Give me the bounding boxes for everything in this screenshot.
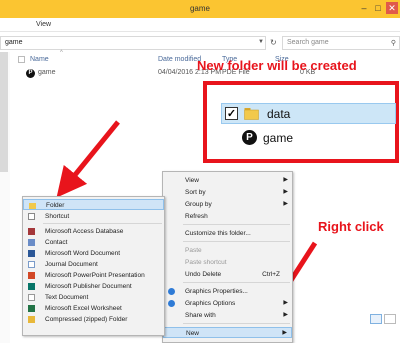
- checkbox-icon[interactable]: ✓: [225, 107, 238, 120]
- search-placeholder: Search game: [287, 39, 329, 46]
- view-mode-buttons: [370, 314, 398, 324]
- processing-app-icon: P: [242, 130, 257, 145]
- ribbon-tabs: View: [0, 18, 400, 32]
- address-bar[interactable]: game: [0, 36, 266, 50]
- chevron-right-icon: ▶: [283, 189, 288, 195]
- menu-separator: [43, 223, 162, 224]
- refresh-icon[interactable]: ↻: [270, 38, 277, 47]
- menu-item-undo-delete[interactable]: Undo Delete Ctrl+Z: [163, 269, 292, 280]
- submenu-item-shortcut[interactable]: Shortcut: [23, 211, 164, 222]
- contact-icon: [28, 239, 35, 246]
- access-icon: [28, 228, 35, 235]
- publisher-icon: [28, 283, 35, 290]
- search-icon: ⚲: [390, 40, 396, 47]
- submenu-item-publisher[interactable]: Microsoft Publisher Document: [23, 281, 164, 292]
- submenu-item-word[interactable]: Microsoft Word Document: [23, 248, 164, 259]
- chevron-right-icon: ▶: [282, 330, 287, 336]
- submenu-item-contact[interactable]: Contact: [23, 237, 164, 248]
- menu-item-sort-by[interactable]: Sort by ▶: [163, 187, 292, 198]
- large-icons-view-icon[interactable]: [384, 314, 396, 324]
- submenu-item-access[interactable]: Microsoft Access Database: [23, 226, 164, 237]
- new-folder-label: data: [267, 107, 291, 121]
- excel-icon: [28, 305, 35, 312]
- intel-graphics-icon: [168, 288, 175, 295]
- intel-graphics-icon: [168, 300, 175, 307]
- chevron-right-icon: ▶: [283, 312, 288, 318]
- submenu-item-text[interactable]: Text Document: [23, 292, 164, 303]
- text-icon: [28, 294, 35, 301]
- minimize-button[interactable]: –: [358, 2, 370, 14]
- select-all-checkbox[interactable]: [18, 56, 25, 63]
- sort-arrow-icon: ^: [60, 50, 63, 56]
- shortcut-text: Ctrl+Z: [262, 271, 280, 278]
- submenu-item-journal[interactable]: Journal Document: [23, 259, 164, 270]
- shortcut-icon: [28, 213, 35, 220]
- chevron-right-icon: ▶: [283, 177, 288, 183]
- journal-icon: [28, 261, 35, 268]
- folder-icon: [244, 108, 259, 120]
- chevron-down-icon[interactable]: ▼: [258, 39, 264, 45]
- close-button[interactable]: ✕: [386, 2, 398, 14]
- arrow-to-folder: [56, 120, 120, 198]
- search-input[interactable]: Search game ⚲: [282, 36, 400, 50]
- file-name[interactable]: game: [38, 69, 56, 76]
- menu-item-share-with[interactable]: Share with ▶: [163, 310, 292, 321]
- submenu-item-folder[interactable]: Folder: [23, 199, 164, 210]
- maximize-button[interactable]: □: [372, 2, 384, 14]
- zip-folder-icon: [28, 316, 35, 323]
- menu-separator: [183, 241, 290, 242]
- address-bar-row: game ▼ ↻ Search game ⚲: [0, 36, 400, 50]
- new-folder-annotation: New folder will be created: [197, 58, 357, 73]
- menu-item-customize-folder[interactable]: Customize this folder...: [163, 228, 292, 239]
- menu-item-paste-shortcut[interactable]: Paste shortcut: [163, 257, 292, 268]
- menu-separator: [183, 224, 290, 225]
- tab-view[interactable]: View: [36, 21, 51, 28]
- menu-item-graphics-options[interactable]: Graphics Options ▶: [163, 298, 292, 309]
- menu-separator: [183, 282, 290, 283]
- scrollbar[interactable]: [0, 52, 8, 172]
- column-name[interactable]: Name: [30, 56, 49, 63]
- menu-separator: [183, 323, 290, 324]
- title-bar: game – □ ✕: [0, 0, 400, 18]
- submenu-item-excel[interactable]: Microsoft Excel Worksheet: [23, 303, 164, 314]
- chevron-right-icon: ▶: [283, 300, 288, 306]
- chevron-right-icon: ▶: [283, 201, 288, 207]
- menu-item-new[interactable]: New ▶: [163, 327, 292, 338]
- menu-item-paste[interactable]: Paste: [163, 245, 292, 256]
- folder-icon: [29, 203, 36, 209]
- details-view-icon[interactable]: [370, 314, 382, 324]
- submenu-item-powerpoint[interactable]: Microsoft PowerPoint Presentation: [23, 270, 164, 281]
- menu-item-view[interactable]: View ▶: [163, 175, 292, 186]
- menu-item-group-by[interactable]: Group by ▶: [163, 199, 292, 210]
- right-click-annotation: Right click: [318, 219, 384, 234]
- menu-item-refresh[interactable]: Refresh: [163, 211, 292, 222]
- submenu-item-zip[interactable]: Compressed (zipped) Folder: [23, 314, 164, 325]
- result-callout-box: ✓ data P game: [203, 81, 399, 163]
- game-file-label[interactable]: game: [263, 131, 293, 145]
- menu-item-graphics-properties[interactable]: Graphics Properties...: [163, 286, 292, 297]
- context-menu: View ▶ Sort by ▶ Group by ▶ Refresh Customi…: [162, 171, 293, 343]
- processing-app-icon: P: [26, 69, 35, 78]
- new-folder-row[interactable]: ✓ data: [221, 103, 396, 124]
- column-date-modified[interactable]: Date modified: [158, 56, 201, 63]
- new-submenu: Folder Shortcut Microsoft Access Databas…: [22, 196, 165, 336]
- window-title: game: [189, 4, 210, 13]
- word-icon: [28, 250, 35, 257]
- powerpoint-icon: [28, 272, 35, 279]
